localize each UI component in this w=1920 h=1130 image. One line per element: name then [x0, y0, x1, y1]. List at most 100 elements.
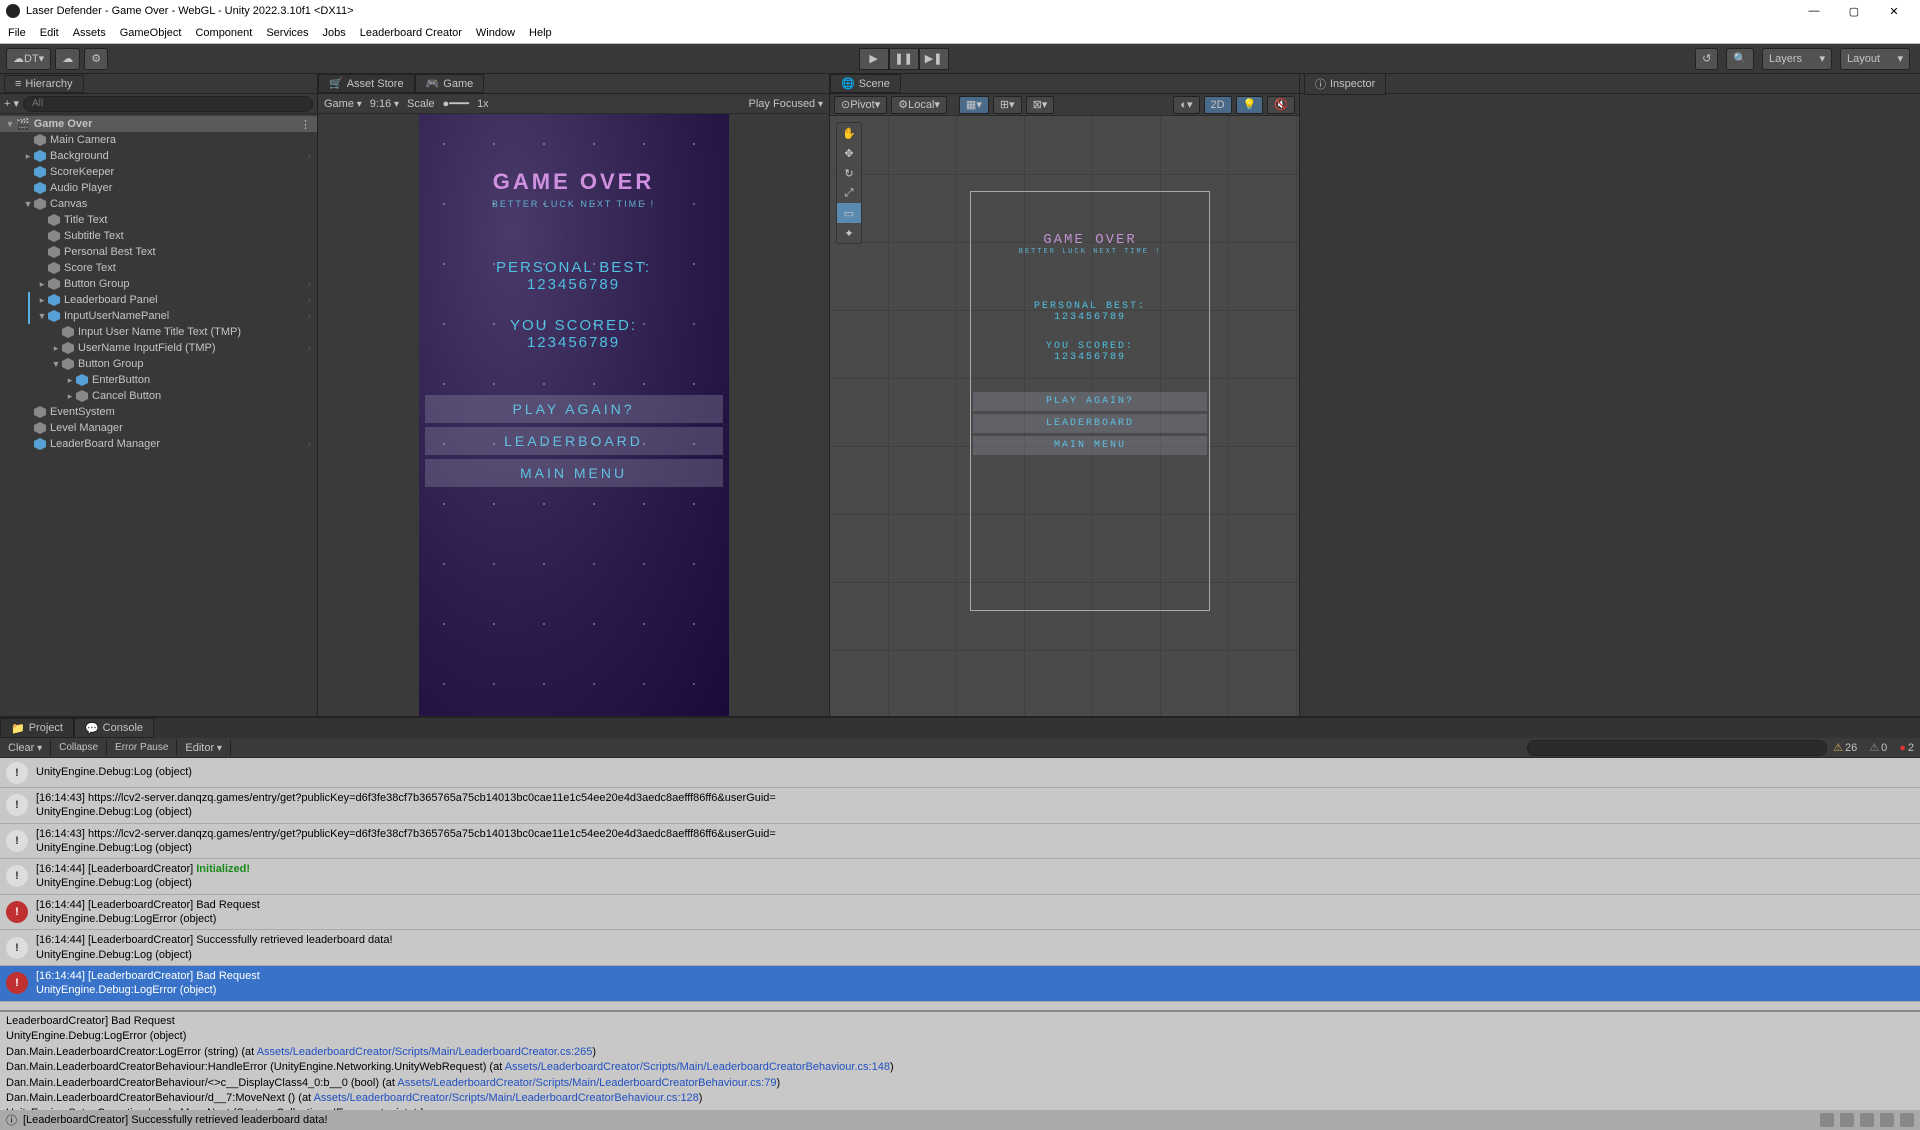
- console-stack-trace[interactable]: LeaderboardCreator] Bad RequestUnityEngi…: [0, 1010, 1920, 1110]
- hierarchy-item[interactable]: ▼InputUserNamePanel›: [0, 308, 317, 324]
- layout-dropdown[interactable]: Layout▾: [1840, 48, 1910, 70]
- scene-tool-palette[interactable]: ✋✥↻⤢▭✦: [836, 122, 862, 244]
- increment-toggle[interactable]: ⊠▾: [1026, 96, 1055, 114]
- menu-window[interactable]: Window: [476, 27, 515, 39]
- tab-project[interactable]: 📁 Project: [0, 718, 74, 738]
- create-dropdown[interactable]: + ▾: [4, 97, 19, 110]
- window-title: Laser Defender - Game Over - WebGL - Uni…: [26, 5, 354, 17]
- console-error-pause-button[interactable]: Error Pause: [107, 740, 177, 755]
- scene-render-view[interactable]: ✋✥↻⤢▭✦ GAME OVER BETTER LUCK NEXT TIME !…: [830, 116, 1299, 716]
- hierarchy-item[interactable]: ▼Button Group: [0, 356, 317, 372]
- audio-toggle[interactable]: 🔇: [1267, 96, 1295, 114]
- hierarchy-item[interactable]: ScoreKeeper: [0, 164, 317, 180]
- console-log-row[interactable]: ![16:14:44] [LeaderboardCreator] Bad Req…: [0, 895, 1920, 931]
- scene-row[interactable]: ▼🎬Game Over⋮: [0, 116, 317, 132]
- console-log-row[interactable]: ![16:14:44] [LeaderboardCreator] Success…: [0, 930, 1920, 966]
- hierarchy-item[interactable]: Title Text: [0, 212, 317, 228]
- hierarchy-item[interactable]: Main Camera: [0, 132, 317, 148]
- console-editor-dropdown[interactable]: Editor ▾: [177, 740, 231, 756]
- menu-gameobject[interactable]: GameObject: [120, 27, 182, 39]
- play-button[interactable]: ▶: [859, 48, 889, 70]
- menu-component[interactable]: Component: [195, 27, 252, 39]
- undo-history-button[interactable]: ↺: [1695, 48, 1718, 70]
- hierarchy-item[interactable]: Input User Name Title Text (TMP): [0, 324, 317, 340]
- snap-toggle[interactable]: ⊞▾: [993, 96, 1022, 114]
- tab-inspector[interactable]: ⓘ Inspector: [1304, 73, 1386, 95]
- console-clear-button[interactable]: Clear ▾: [0, 740, 51, 756]
- grid-toggle[interactable]: ▦▾: [959, 96, 989, 114]
- menu-assets[interactable]: Assets: [73, 27, 106, 39]
- status-icon-4[interactable]: [1880, 1113, 1894, 1127]
- status-icon-5[interactable]: [1900, 1113, 1914, 1127]
- error-count-badge[interactable]: ●2: [1893, 742, 1920, 754]
- 2d-toggle[interactable]: 2D: [1204, 96, 1232, 114]
- console-search-input[interactable]: [1527, 740, 1827, 756]
- hierarchy-item[interactable]: ▸Button Group›: [0, 276, 317, 292]
- console-log-list[interactable]: !UnityEngine.Debug:Log (object)![16:14:4…: [0, 758, 1920, 1010]
- cloud-button[interactable]: ☁: [55, 48, 80, 70]
- status-icon-1[interactable]: [1820, 1113, 1834, 1127]
- scene-canvas-object[interactable]: GAME OVER BETTER LUCK NEXT TIME ! PERSON…: [970, 191, 1210, 611]
- hierarchy-item[interactable]: LeaderBoard Manager›: [0, 436, 317, 452]
- pause-button[interactable]: ❚❚: [889, 48, 919, 70]
- window-titlebar: Laser Defender - Game Over - WebGL - Uni…: [0, 0, 1920, 22]
- hierarchy-tree[interactable]: ▼🎬Game Over⋮Main Camera▸Background›Score…: [0, 114, 317, 716]
- unity-logo-icon: [6, 4, 20, 18]
- layers-dropdown[interactable]: Layers▾: [1762, 48, 1832, 70]
- console-log-row[interactable]: !UnityEngine.Debug:Log (object): [0, 758, 1920, 788]
- play-focused-dropdown[interactable]: Play Focused ▾: [749, 98, 823, 110]
- hierarchy-item[interactable]: ▸Background›: [0, 148, 317, 164]
- hierarchy-item[interactable]: EventSystem: [0, 404, 317, 420]
- display-dropdown[interactable]: Game ▾: [324, 98, 362, 110]
- hierarchy-item[interactable]: ▸UserName InputField (TMP)›: [0, 340, 317, 356]
- close-button[interactable]: ✕: [1874, 5, 1914, 18]
- warning-count-badge[interactable]: ⚠26: [1827, 741, 1863, 754]
- hierarchy-item[interactable]: ▸EnterButton: [0, 372, 317, 388]
- hierarchy-item[interactable]: Audio Player: [0, 180, 317, 196]
- aspect-dropdown[interactable]: 9:16 ▾: [370, 98, 399, 110]
- console-log-row[interactable]: ![16:14:44] [LeaderboardCreator] Initial…: [0, 859, 1920, 895]
- minimize-button[interactable]: —: [1794, 5, 1834, 17]
- status-icon-2[interactable]: [1840, 1113, 1854, 1127]
- status-info-icon: ⓘ: [6, 1112, 17, 1128]
- menu-edit[interactable]: Edit: [40, 27, 59, 39]
- local-toggle[interactable]: ⚙Local▾: [891, 96, 947, 114]
- pivot-toggle[interactable]: ⊙Pivot▾: [834, 96, 887, 114]
- menu-help[interactable]: Help: [529, 27, 552, 39]
- hierarchy-item[interactable]: Level Manager: [0, 420, 317, 436]
- lighting-toggle[interactable]: 💡: [1236, 96, 1264, 114]
- tab-asset-store[interactable]: 🛒 Asset Store: [318, 74, 415, 93]
- menu-leaderboard-creator[interactable]: Leaderboard Creator: [360, 27, 462, 39]
- settings-button[interactable]: ⚙: [84, 48, 108, 70]
- console-collapse-button[interactable]: Collapse: [51, 740, 107, 755]
- hierarchy-item[interactable]: Subtitle Text: [0, 228, 317, 244]
- warning2-count-badge[interactable]: ⚠0: [1863, 741, 1893, 754]
- tab-scene[interactable]: 🌐 Scene: [830, 74, 901, 93]
- transform-tool-icon: ✦: [837, 223, 861, 243]
- console-log-row[interactable]: ![16:14:43] https://lcv2-server.danqzq.g…: [0, 788, 1920, 824]
- menu-file[interactable]: File: [8, 27, 26, 39]
- main-menubar: File Edit Assets GameObject Component Service…: [0, 22, 1920, 44]
- draw-mode-toggle[interactable]: ◐▾: [1173, 96, 1199, 114]
- status-icon-3[interactable]: [1860, 1113, 1874, 1127]
- console-log-row[interactable]: ![16:14:43] https://lcv2-server.danqzq.g…: [0, 824, 1920, 860]
- hierarchy-item[interactable]: Score Text: [0, 260, 317, 276]
- main-menu-button: MAIN MENU: [425, 459, 723, 487]
- scale-slider[interactable]: ●━━━: [443, 97, 470, 110]
- tab-console[interactable]: 💬 Console: [74, 718, 154, 738]
- search-button[interactable]: 🔍: [1726, 48, 1754, 70]
- hierarchy-item[interactable]: ▸Cancel Button: [0, 388, 317, 404]
- hierarchy-item[interactable]: ▼Canvas: [0, 196, 317, 212]
- personal-best-label: PERSONAL BEST:: [419, 259, 729, 276]
- hierarchy-item[interactable]: Personal Best Text: [0, 244, 317, 260]
- console-log-row[interactable]: ![16:14:44] [LeaderboardCreator] Bad Req…: [0, 966, 1920, 1002]
- menu-jobs[interactable]: Jobs: [323, 27, 346, 39]
- account-dropdown[interactable]: ☁ DT ▾: [6, 48, 51, 70]
- maximize-button[interactable]: ▢: [1834, 5, 1874, 18]
- tab-hierarchy[interactable]: ≡ Hierarchy: [4, 75, 84, 93]
- hierarchy-item[interactable]: ▸Leaderboard Panel›: [0, 292, 317, 308]
- hierarchy-search-input[interactable]: [23, 96, 313, 112]
- tab-game[interactable]: 🎮 Game: [415, 74, 485, 93]
- step-button[interactable]: ▶❚: [919, 48, 949, 70]
- menu-services[interactable]: Services: [266, 27, 308, 39]
